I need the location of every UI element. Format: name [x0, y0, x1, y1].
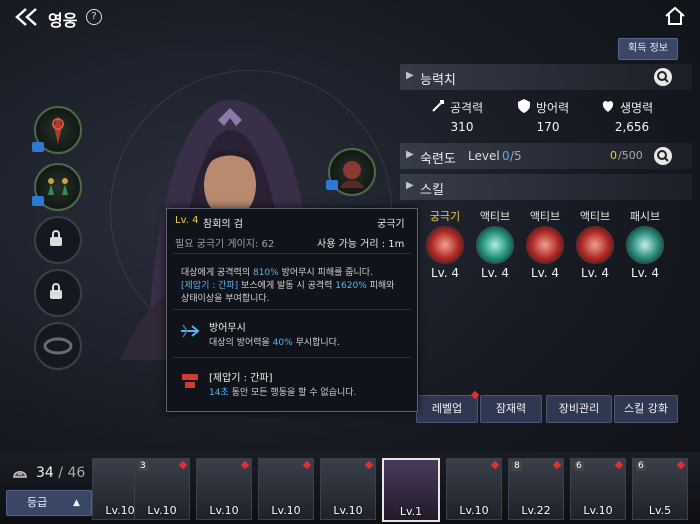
tooltip-desc-line2: [제압기 : 간파] 보스에게 발동 시 공격력 1620% 피해와 — [181, 281, 395, 291]
stat-label-defense: 방어력 — [536, 101, 570, 115]
hero-card[interactable]: Lv.10 — [320, 458, 376, 520]
notification-dot — [614, 460, 624, 470]
notification-dot — [552, 460, 562, 470]
lock-icon — [50, 230, 62, 246]
equip-slot-ring[interactable] — [34, 322, 82, 370]
skill-icon-active-3[interactable] — [576, 226, 614, 264]
stat-value-attack: 310 — [450, 120, 474, 134]
equip-slot-locked-1[interactable] — [34, 216, 82, 264]
stat-label-attack: 공격력 — [450, 101, 484, 115]
sort-grade-button[interactable]: 등급 ▲ — [6, 490, 92, 516]
tooltip-effect1-desc: 대상의 방어력을 40% 무시합니다. — [209, 338, 340, 348]
notification-dot — [676, 460, 686, 470]
get-info-button[interactable]: 획득 정보 — [618, 38, 678, 60]
home-icon[interactable] — [664, 6, 686, 26]
search-icon[interactable] — [654, 68, 672, 86]
heart-icon — [602, 101, 614, 112]
tooltip-effect2-desc: 14초 동안 모든 행동을 할 수 없습니다. — [209, 388, 357, 398]
skill-type-label: 액티브 — [579, 210, 611, 223]
skill-level: Lv. 4 — [480, 266, 510, 280]
helmet-icon — [13, 471, 27, 478]
hero-card[interactable]: Lv.10 — [446, 458, 502, 520]
skill-icon-ultimate[interactable] — [426, 226, 464, 264]
mastery-level-current: 0 — [502, 149, 510, 163]
hero-card[interactable]: 8 Lv.22 — [508, 458, 564, 520]
back-icon[interactable] — [14, 7, 42, 27]
potential-button[interactable]: 잠재력 — [480, 395, 542, 423]
equipment-manage-button[interactable]: 장비관리 — [546, 395, 612, 423]
slot-badge-icon — [326, 180, 338, 190]
equip-slot-locked-2[interactable] — [34, 269, 82, 317]
tooltip-skill-type: 궁극기 — [377, 219, 405, 230]
tooltip-desc-line1: 대상에게 공격력의 810% 방어무시 피해를 줍니다. — [181, 268, 373, 278]
expand-arrow-icon: ▶ — [406, 70, 414, 81]
slot-badge-icon — [32, 142, 44, 152]
notification-dot — [490, 460, 500, 470]
stats-section-header: ▶ 능력치 — [400, 64, 692, 90]
hero-card[interactable]: 6 Lv.10 — [570, 458, 626, 520]
hero-card[interactable]: Lv.10 — [196, 458, 252, 520]
armor-pierce-icon — [181, 324, 200, 338]
skill-type-label: 액티브 — [529, 210, 561, 223]
mastery-title: 숙련도 — [420, 152, 456, 167]
skill-type-label: 궁극기 — [429, 210, 461, 223]
skill-level: Lv. 4 — [630, 266, 660, 280]
shield-icon — [518, 99, 530, 113]
suppress-icon — [182, 374, 198, 388]
stats-title: 능력치 — [420, 73, 456, 88]
level-up-button[interactable]: 레벨업 — [416, 395, 478, 423]
skill-tooltip: Lv. 4 참회의 검 궁극기 필요 궁극기 게이지: 62 사용 가능 거리 … — [166, 208, 418, 412]
skill-enhance-button[interactable]: 스킬 강화 — [614, 395, 678, 423]
hero-card[interactable]: Lv.10 — [258, 458, 314, 520]
hero-card[interactable]: 3 Lv.10 — [134, 458, 190, 520]
mastery-level-max: /5 — [510, 149, 522, 163]
search-icon[interactable] — [654, 147, 672, 165]
skill-level: Lv. 4 — [580, 266, 610, 280]
tooltip-desc-line3: 상태이상을 부여합니다. — [181, 294, 270, 304]
ring-icon — [43, 337, 73, 355]
skill-type-label: 패시브 — [629, 210, 661, 223]
tooltip-skill-name: 참회의 검 — [203, 219, 243, 230]
chevron-up-icon: ▲ — [73, 498, 80, 508]
tooltip-effect2-title: [제압기 : 간파] — [209, 373, 273, 384]
mastery-section-header: ▶ 숙련도 Level 0 /5 0 /500 — [400, 143, 692, 169]
skill-level: Lv. 4 — [530, 266, 560, 280]
hero-count: 34 / 46 — [36, 465, 86, 481]
divider — [173, 357, 411, 358]
skills-title: 스킬 — [420, 183, 444, 198]
expand-arrow-icon: ▶ — [406, 149, 414, 160]
skills-section-header: ▶ 스킬 — [400, 174, 692, 200]
notification-dot — [302, 460, 312, 470]
notification-dot — [364, 460, 374, 470]
help-icon[interactable]: ? — [86, 9, 102, 25]
notification-dot — [240, 460, 250, 470]
tooltip-gauge: 필요 궁극기 게이지: 62 — [175, 239, 275, 250]
page-title: 영웅 — [48, 11, 78, 30]
tooltip-range: 사용 가능 거리 : 1m — [317, 239, 405, 250]
mastery-exp-max: /500 — [618, 149, 643, 162]
stat-value-defense: 170 — [536, 120, 560, 134]
sword-icon — [432, 100, 444, 112]
hero-card[interactable]: 6 Lv.5 — [632, 458, 688, 520]
skill-icon-passive[interactable] — [626, 226, 664, 264]
skill-icon-active-1[interactable] — [476, 226, 514, 264]
divider — [173, 309, 411, 310]
stat-value-hp: 2,656 — [614, 120, 650, 134]
tooltip-effect1-title: 방어무시 — [209, 323, 246, 334]
divider — [173, 253, 411, 254]
notification-dot — [178, 460, 188, 470]
slot-badge-icon — [32, 196, 44, 206]
skill-icon-active-2[interactable] — [526, 226, 564, 264]
skill-type-label: 액티브 — [479, 210, 511, 223]
expand-arrow-icon: ▶ — [406, 180, 414, 191]
mastery-exp-current: 0 — [610, 149, 617, 162]
hero-card-selected[interactable]: Lv.1 — [382, 458, 440, 522]
tooltip-level: Lv. 4 — [175, 215, 199, 226]
skill-level: Lv. 4 — [430, 266, 460, 280]
mastery-level-label: Level — [468, 149, 500, 163]
top-bar — [0, 0, 700, 34]
stat-label-hp: 생명력 — [620, 101, 654, 115]
lock-icon — [50, 283, 62, 299]
